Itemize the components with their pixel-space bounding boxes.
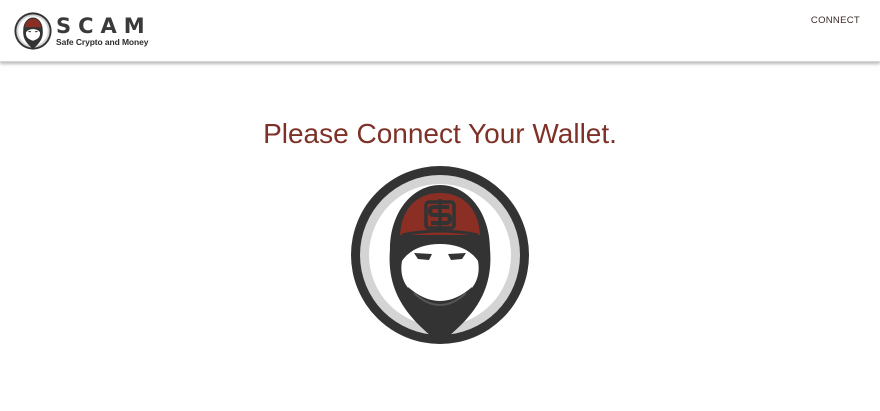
brand-name: SCAM [56,13,152,38]
connect-button[interactable]: CONNECT [811,15,860,26]
brand-tagline: Safe Crypto and Money [56,36,149,47]
brand-link[interactable]: SCAM Safe Crypto and Money [14,10,152,52]
hero-logo-icon [351,166,529,344]
header: SCAM Safe Crypto and Money CONNECT [0,0,880,62]
brand-text: SCAM Safe Crypto and Money [56,13,152,47]
brand-logo-icon [14,12,52,50]
page-heading: Please Connect Your Wallet. [263,118,617,149]
page: SCAM Safe Crypto and Money CONNECT Pleas… [0,0,880,411]
